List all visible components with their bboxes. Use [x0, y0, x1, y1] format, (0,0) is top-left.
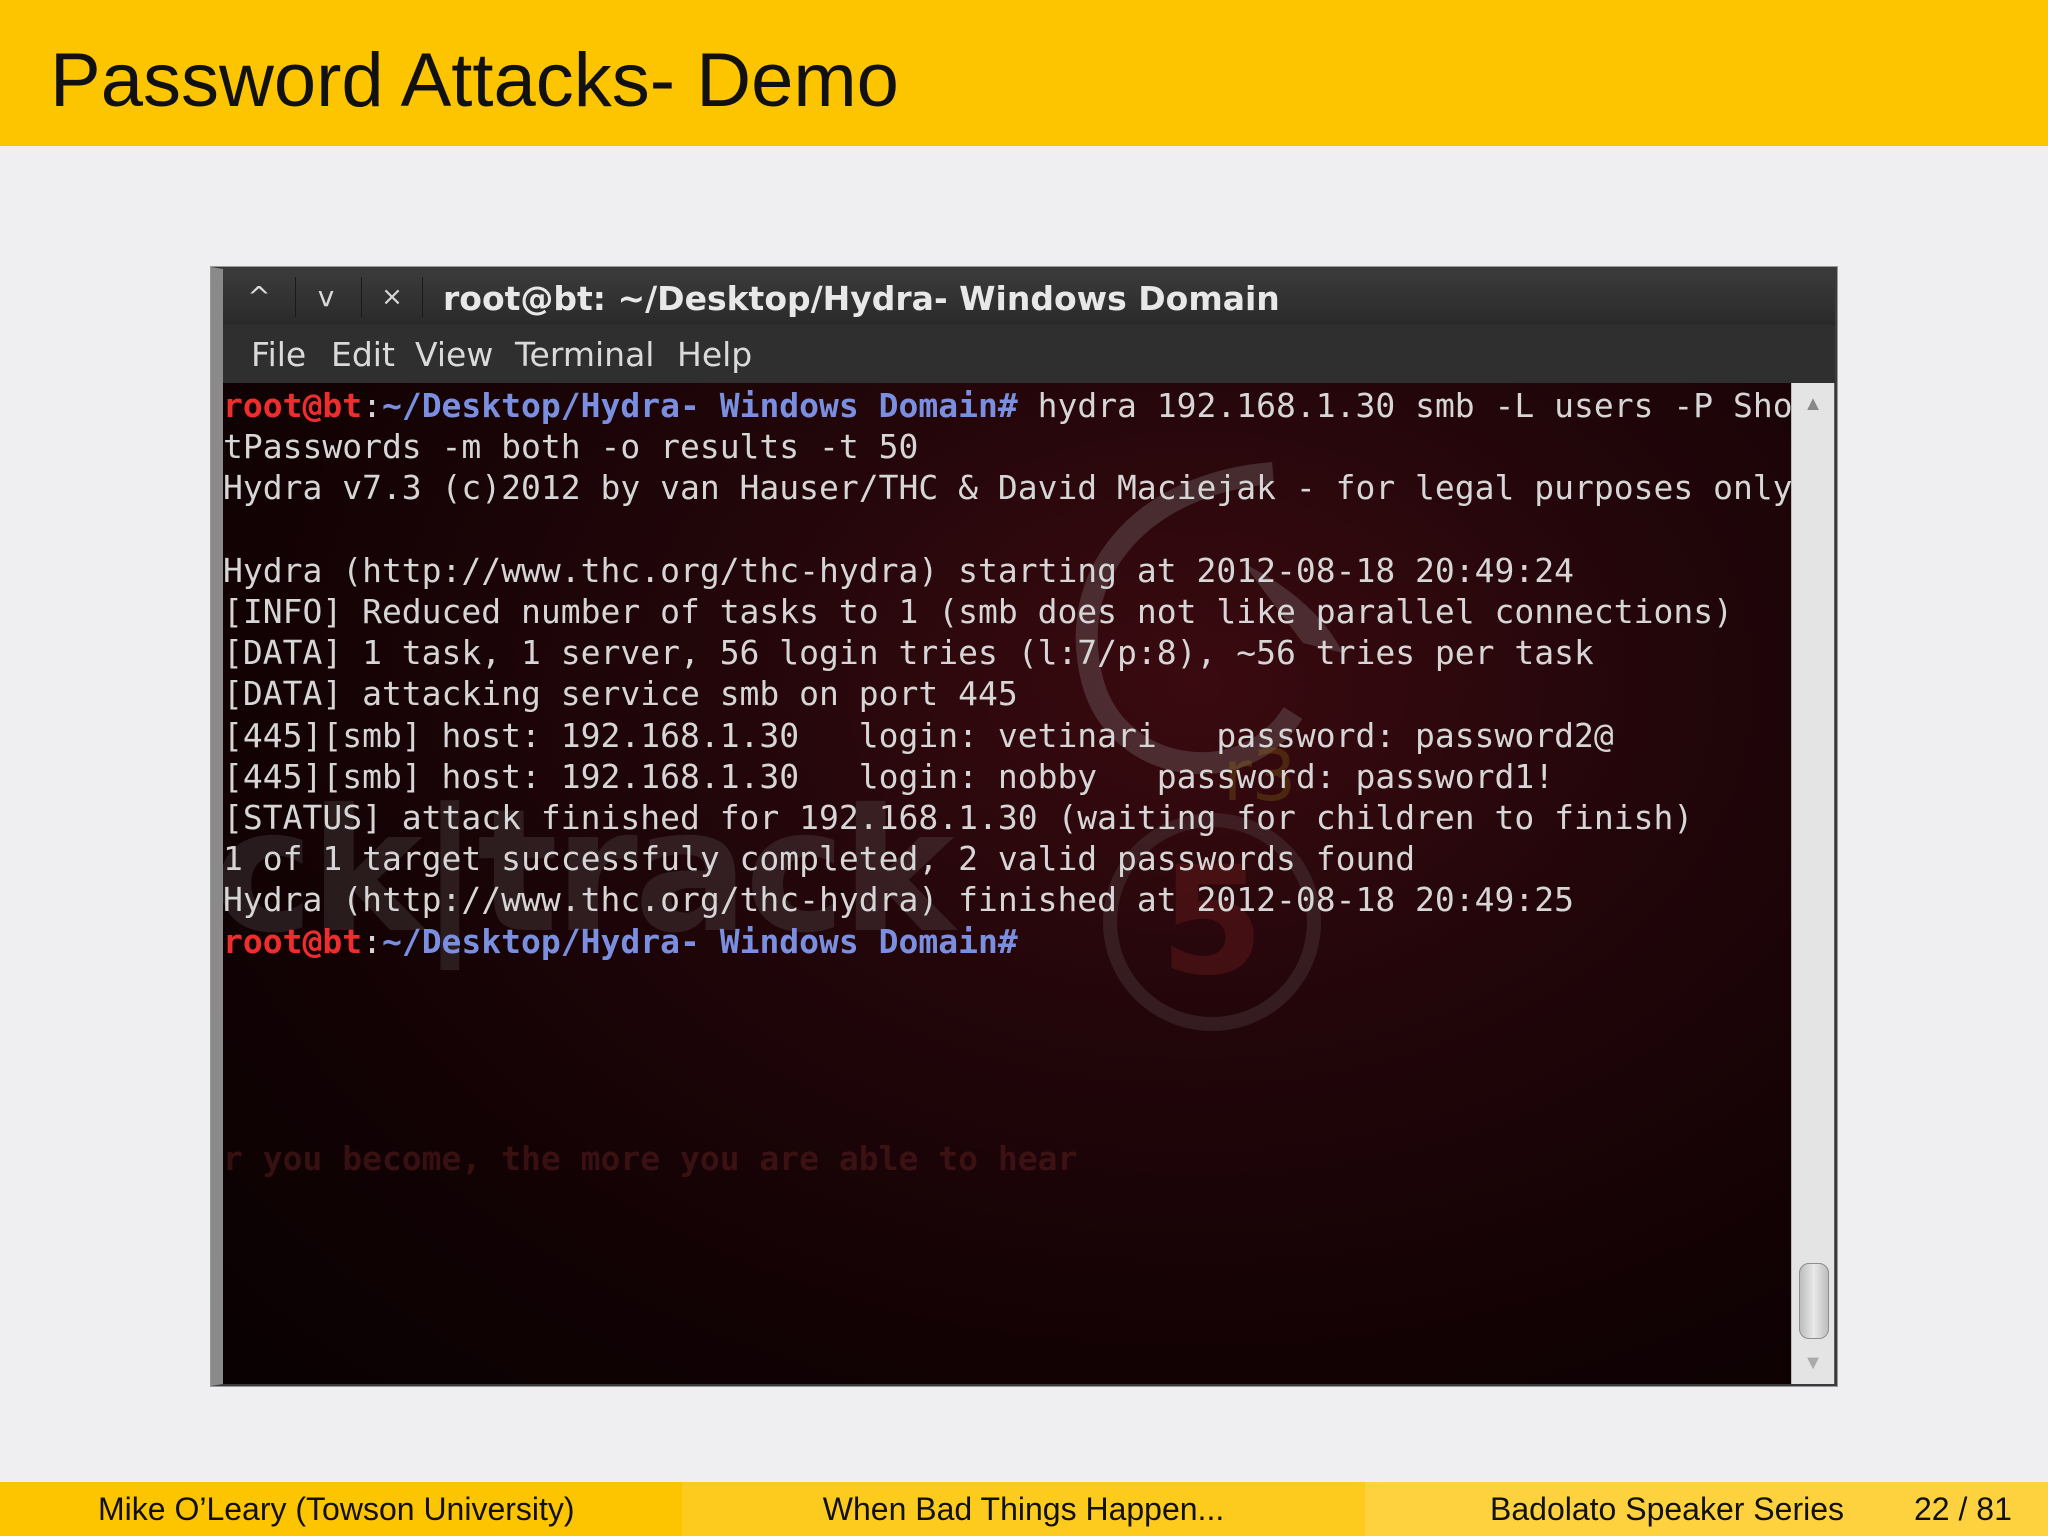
slide-title: Password Attacks- Demo	[50, 38, 899, 123]
output-line: [INFO] Reduced number of tasks to 1 (smb…	[223, 592, 1733, 632]
output-line: tPasswords -m both -o results -t 50	[223, 427, 919, 467]
output-line: [445][smb] host: 192.168.1.30 login: nob…	[223, 756, 1555, 796]
final-prompt-colon: :	[362, 921, 382, 961]
terminal-output-area[interactable]: ck|track r3 5 r you become, the more you…	[223, 383, 1791, 1384]
output-line: Hydra (http://www.thc.org/thc-hydra) fin…	[223, 880, 1575, 920]
window-titlebar[interactable]: ^ v × root@bt: ~/Desktop/Hydra- Windows …	[223, 269, 1835, 325]
final-prompt-path: ~/Desktop/Hydra- Windows Domain#	[381, 921, 1018, 961]
output-line: [STATUS] attack finished for 192.168.1.3…	[223, 798, 1694, 838]
scroll-down-arrow-icon[interactable]: ▼	[1792, 1350, 1834, 1376]
close-icon[interactable]: ×	[361, 277, 423, 317]
terminal-text: root@bt:~/Desktop/Hydra- Windows Domain#…	[223, 385, 1791, 962]
command-text: hydra 192.168.1.30 smb -L users -P Shor	[1017, 386, 1791, 425]
output-line: [DATA] attacking service smb on port 445	[223, 674, 1018, 714]
wallpaper-quote: r you become, the more you are able to h…	[223, 1139, 1078, 1178]
footer-page-number: 22 / 81	[1914, 1491, 2012, 1527]
menu-edit[interactable]: Edit	[331, 335, 395, 375]
menu-help[interactable]: Help	[677, 335, 752, 375]
vertical-scrollbar[interactable]: ▲ ▼	[1791, 383, 1834, 1384]
final-prompt-user: root@bt	[223, 921, 363, 961]
prompt-path: ~/Desktop/Hydra- Windows Domain#	[381, 386, 1018, 425]
prompt-user: root@bt	[223, 386, 363, 425]
window-title: root@bt: ~/Desktop/Hydra- Windows Domain	[443, 279, 1280, 318]
output-line: Hydra v7.3 (c)2012 by van Hauser/THC & D…	[223, 468, 1791, 508]
slide-header: Password Attacks- Demo	[0, 0, 2048, 146]
footer-left: Mike O’Leary (Towson University)	[0, 1482, 682, 1536]
chevron-down-icon[interactable]: v	[295, 277, 356, 317]
output-line: 1 of 1 target successfuly completed, 2 v…	[223, 839, 1416, 879]
footer-event: Badolato Speaker Series	[1490, 1491, 1844, 1527]
scrollbar-thumb[interactable]	[1799, 1263, 1829, 1339]
menu-terminal[interactable]: Terminal	[515, 335, 654, 375]
footer-right: Badolato Speaker Series 22 / 81	[1365, 1482, 2048, 1536]
footer-author: Mike O’Leary (Towson University)	[98, 1491, 575, 1527]
menu-file[interactable]: File	[251, 335, 306, 375]
output-line: Hydra (http://www.thc.org/thc-hydra) sta…	[223, 550, 1575, 590]
terminal-window[interactable]: ^ v × root@bt: ~/Desktop/Hydra- Windows …	[211, 267, 1837, 1386]
scroll-up-arrow-icon[interactable]: ▲	[1792, 391, 1834, 417]
output-line: [445][smb] host: 192.168.1.30 login: vet…	[223, 715, 1614, 755]
menu-bar: File Edit View Terminal Help	[223, 325, 1835, 383]
footer-center: When Bad Things Happen...	[682, 1482, 1365, 1536]
chevron-up-icon[interactable]: ^	[229, 277, 289, 317]
output-line: [DATA] 1 task, 1 server, 56 login tries …	[223, 633, 1594, 673]
menu-view[interactable]: View	[415, 335, 493, 375]
prompt-colon: :	[362, 386, 382, 425]
footer-presentation-title: When Bad Things Happen...	[822, 1491, 1225, 1527]
slide-footer: Mike O’Leary (Towson University) When Ba…	[0, 1482, 2048, 1536]
